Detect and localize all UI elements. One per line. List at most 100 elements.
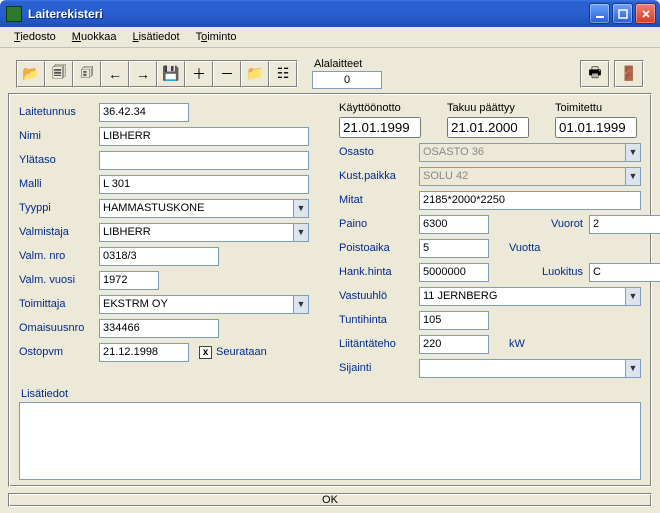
menu-toiminto[interactable]: Toiminto: [188, 29, 245, 45]
alalaitteet-group: Alalaitteet: [312, 58, 382, 89]
status-text: OK: [322, 494, 338, 506]
vuorot-label: Vuorot: [551, 218, 583, 230]
alalaitteet-label: Alalaitteet: [314, 58, 362, 70]
tuntihinta-field[interactable]: [419, 311, 489, 330]
app-icon: [6, 6, 22, 22]
save-button[interactable]: 💾: [157, 61, 185, 87]
nav-next-button[interactable]: →: [129, 61, 157, 87]
tree-icon: ☷: [277, 65, 290, 82]
vastuuhlo-combo[interactable]: ▼: [419, 287, 641, 306]
add-button[interactable]: ＋: [185, 61, 213, 87]
kustpaikka-label: Kust.paikka: [339, 170, 419, 182]
window-controls: [589, 3, 656, 24]
remove-button[interactable]: －: [213, 61, 241, 87]
osasto-field[interactable]: [419, 143, 625, 162]
kayttoonotto-field[interactable]: [339, 117, 421, 138]
toimittaja-field[interactable]: [99, 295, 293, 314]
luokitus-field[interactable]: [589, 263, 660, 282]
seurataan-checkbox[interactable]: x Seurataan: [199, 346, 267, 359]
checkbox-checked-icon: x: [199, 346, 212, 359]
date-row: Käyttöönotto Takuu päättyy Toimitettu: [339, 102, 641, 138]
chevron-down-icon[interactable]: ▼: [625, 287, 641, 306]
mitat-field[interactable]: [419, 191, 641, 210]
copy-button[interactable]: 🗐: [45, 61, 73, 87]
sijainti-label: Sijainti: [339, 362, 419, 374]
vuotta-label: Vuotta: [509, 242, 540, 254]
toimitettu-label: Toimitettu: [555, 102, 637, 114]
chevron-down-icon[interactable]: ▼: [293, 223, 309, 242]
laitetunnus-field[interactable]: [99, 103, 189, 122]
arrow-right-icon: →: [136, 66, 150, 82]
valmvuosi-field[interactable]: [99, 271, 159, 290]
left-column: Laitetunnus Nimi Ylätaso Malli Tyyppi: [19, 102, 321, 382]
sijainti-combo[interactable]: ▼: [419, 359, 641, 378]
printer-icon: 🖶: [588, 62, 601, 86]
malli-field[interactable]: [99, 175, 309, 194]
ylataso-field[interactable]: [99, 151, 309, 170]
hankhinta-label: Hank.hinta: [339, 266, 419, 278]
print-button[interactable]: 🖶: [581, 61, 609, 87]
valmistaja-label: Valmistaja: [19, 226, 99, 238]
toolbar: 📂 🗐 🗊 ← → 💾 ＋ － 📁 ☷ Alalaitteet 🖶 🚪: [8, 52, 652, 93]
folder-open-icon: 📂: [22, 65, 39, 82]
paino-label: Paino: [339, 218, 419, 230]
menu-tiedosto[interactable]: Tiedosto: [6, 29, 64, 45]
sijainti-field[interactable]: [419, 359, 625, 378]
paste-button[interactable]: 🗊: [73, 61, 101, 87]
toimitettu-field[interactable]: [555, 117, 637, 138]
luokitus-label: Luokitus: [542, 266, 583, 278]
minimize-button[interactable]: [589, 3, 610, 24]
maximize-button[interactable]: [612, 3, 633, 24]
menu-muokkaa[interactable]: Muokkaa: [64, 29, 125, 45]
window-titlebar: Laiterekisteri: [0, 0, 660, 27]
copy-icon: 🗐: [52, 62, 66, 86]
omaisuusnro-field[interactable]: [99, 319, 219, 338]
luokitus-combo[interactable]: ▼: [589, 263, 641, 282]
nimi-field[interactable]: [99, 127, 309, 146]
folder-button[interactable]: 📁: [241, 61, 269, 87]
chevron-down-icon[interactable]: ▼: [625, 359, 641, 378]
kustpaikka-field[interactable]: [419, 167, 625, 186]
lisatiedot-textarea[interactable]: [19, 402, 641, 480]
paste-icon: 🗊: [81, 62, 94, 86]
plus-icon: ＋: [192, 64, 206, 84]
chevron-down-icon[interactable]: ▼: [625, 143, 641, 162]
hankhinta-field[interactable]: [419, 263, 489, 282]
takuu-label: Takuu päättyy: [447, 102, 529, 114]
door-exit-icon: 🚪: [620, 65, 637, 82]
paino-field[interactable]: [419, 215, 489, 234]
valmistaja-combo[interactable]: ▼: [99, 223, 309, 242]
ylataso-label: Ylätaso: [19, 154, 99, 166]
liitantateho-label: Liitäntäteho: [339, 338, 419, 350]
lisatiedot-label: Lisätiedot: [21, 388, 641, 400]
toimittaja-combo[interactable]: ▼: [99, 295, 309, 314]
valmvuosi-label: Valm. vuosi: [19, 274, 99, 286]
alalaitteet-field[interactable]: [312, 71, 382, 89]
kustpaikka-combo[interactable]: ▼: [419, 167, 641, 186]
valmistaja-field[interactable]: [99, 223, 293, 242]
takuu-field[interactable]: [447, 117, 529, 138]
chevron-down-icon[interactable]: ▼: [293, 295, 309, 314]
valmnro-field[interactable]: [99, 247, 219, 266]
menu-lisatiedot[interactable]: Lisätiedot: [124, 29, 187, 45]
nav-prev-button[interactable]: ←: [101, 61, 129, 87]
vastuuhlo-field[interactable]: [419, 287, 625, 306]
ostopvm-field[interactable]: [99, 343, 189, 362]
chevron-down-icon[interactable]: ▼: [293, 199, 309, 218]
tyyppi-combo[interactable]: ▼: [99, 199, 309, 218]
status-bar: OK: [8, 493, 652, 507]
exit-button[interactable]: 🚪: [615, 61, 643, 87]
close-button[interactable]: [635, 3, 656, 24]
osasto-label: Osasto: [339, 146, 419, 158]
open-button[interactable]: 📂: [17, 61, 45, 87]
window-title: Laiterekisteri: [28, 7, 589, 21]
liitantateho-field[interactable]: [419, 335, 489, 354]
osasto-combo[interactable]: ▼: [419, 143, 641, 162]
vuorot-combo[interactable]: ▼: [589, 215, 641, 234]
vuorot-field[interactable]: [589, 215, 660, 234]
tyyppi-field[interactable]: [99, 199, 293, 218]
tree-button[interactable]: ☷: [269, 61, 297, 87]
poistoaika-field[interactable]: [419, 239, 489, 258]
kw-label: kW: [509, 338, 525, 350]
chevron-down-icon[interactable]: ▼: [625, 167, 641, 186]
